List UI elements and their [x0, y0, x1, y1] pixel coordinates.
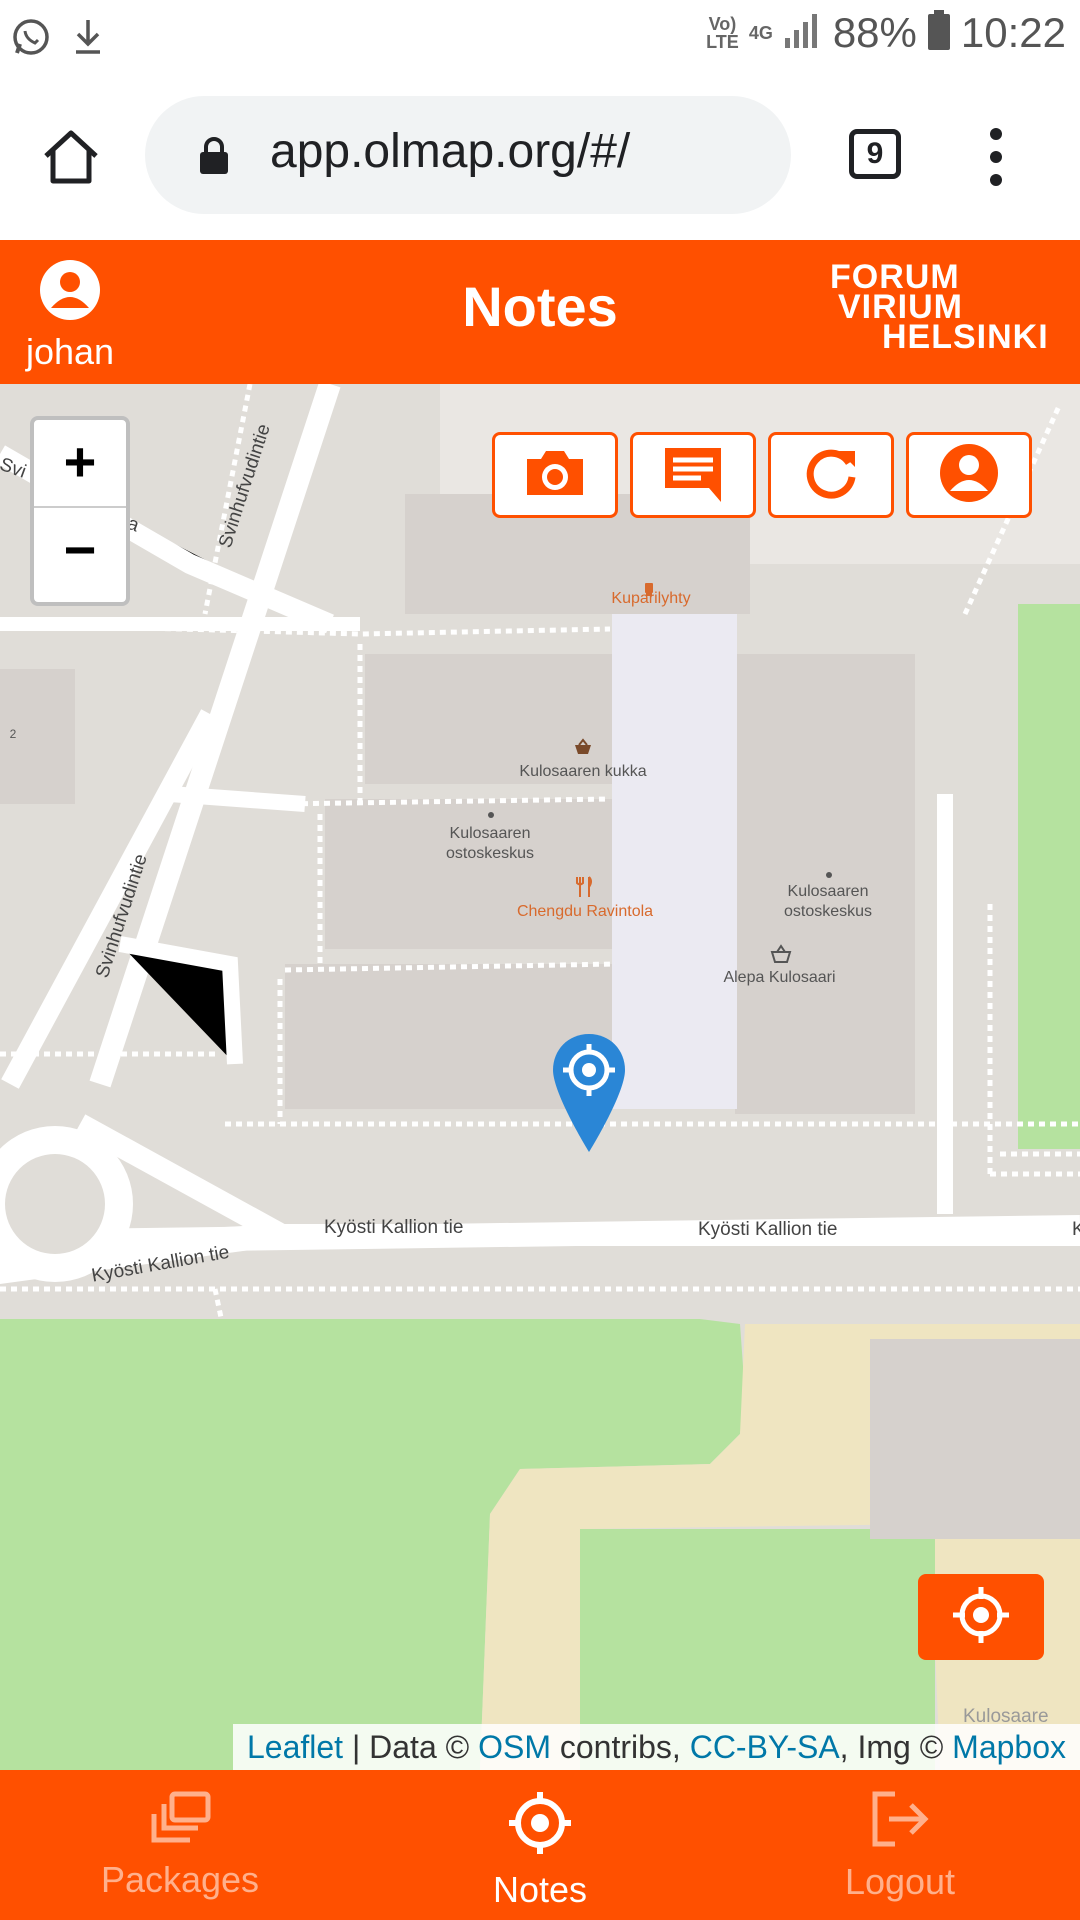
- license-link[interactable]: CC-BY-SA: [690, 1729, 840, 1765]
- poi-dot-icon: [826, 872, 832, 878]
- nav-logout[interactable]: Logout: [720, 1770, 1080, 1920]
- leaflet-link[interactable]: Leaflet: [247, 1729, 343, 1765]
- zoom-control: + −: [30, 416, 130, 606]
- profile-button[interactable]: [906, 432, 1032, 518]
- nav-notes[interactable]: Notes: [360, 1770, 720, 1920]
- crosshair-icon: [507, 1792, 573, 1860]
- network-type: 4G: [748, 22, 773, 43]
- fork-knife-icon: [576, 876, 594, 903]
- whatsapp-icon: [10, 16, 52, 63]
- osm-link[interactable]: OSM: [478, 1729, 551, 1765]
- signal-icon: [783, 10, 823, 55]
- forum-virium-logo: FORUM VIRIUM HELSINKI: [830, 258, 1049, 356]
- refresh-button[interactable]: [768, 432, 894, 518]
- map-toolbar: [492, 432, 1032, 518]
- map-attribution: Leaflet | Data © OSM contribs, CC-BY-SA,…: [232, 1724, 1080, 1770]
- tab-switcher-button[interactable]: 9: [849, 129, 901, 179]
- house-number: 2: [9, 727, 17, 741]
- crosshair-icon: [951, 1585, 1011, 1650]
- road-label: Kyösti Kallion tie: [324, 1217, 464, 1238]
- logout-icon: [869, 1791, 931, 1852]
- mapbox-link[interactable]: Mapbox: [952, 1729, 1066, 1765]
- download-icon: [70, 16, 106, 63]
- refresh-icon: [803, 445, 859, 506]
- bottom-navigation: Packages Notes Logout: [0, 1770, 1080, 1920]
- place-label: Kulosaaren ostoskeskus: [783, 883, 873, 920]
- comment-button[interactable]: [630, 432, 756, 518]
- battery-icon: [927, 8, 951, 57]
- place-label: Chengdu Ravintola: [516, 903, 654, 920]
- road-label: Kyösti Kallion tie: [698, 1219, 838, 1240]
- home-icon[interactable]: [40, 128, 102, 191]
- map-tiles: [0, 384, 1080, 1770]
- place-label: Kulosaaren kukka: [519, 763, 647, 780]
- shop-basket-icon: [573, 738, 593, 761]
- road-label: K: [1072, 1219, 1080, 1240]
- poi-dot-icon: [488, 812, 494, 818]
- volte-indicator: Vo) LTE: [706, 13, 739, 52]
- app-header: johan Notes FORUM VIRIUM HELSINKI: [0, 240, 1080, 384]
- address-bar[interactable]: app.olmap.org/#/: [145, 96, 791, 214]
- comment-icon: [661, 444, 725, 507]
- restaurant-icon: [640, 580, 658, 603]
- user-icon: [938, 442, 1000, 509]
- zoom-in-button[interactable]: +: [34, 420, 126, 508]
- packages-icon: [148, 1791, 212, 1850]
- status-bar: Vo) LTE 4G 88% 10:22: [0, 0, 1080, 76]
- place-label: Alepa Kulosaari: [723, 969, 836, 986]
- shop-basket-icon: [770, 944, 792, 969]
- zoom-out-button[interactable]: −: [34, 508, 126, 596]
- clock: 10:22: [960, 8, 1066, 56]
- camera-icon: [523, 447, 587, 504]
- lock-icon: [197, 136, 231, 181]
- locate-me-button[interactable]: [918, 1574, 1044, 1660]
- place-label: Kulosaaren ostoskeskus: [445, 825, 535, 862]
- nav-packages[interactable]: Packages: [0, 1770, 360, 1920]
- map-view[interactable]: Kuparilyhty Kulosaaren kukka Kulosaaren …: [0, 384, 1080, 1770]
- browser-toolbar: app.olmap.org/#/ 9: [0, 76, 1080, 240]
- location-marker-icon[interactable]: [551, 1032, 627, 1159]
- url-text[interactable]: app.olmap.org/#/: [270, 124, 630, 179]
- camera-button[interactable]: [492, 432, 618, 518]
- battery-percent: 88%: [832, 8, 917, 56]
- overflow-menu-icon[interactable]: [985, 128, 1007, 197]
